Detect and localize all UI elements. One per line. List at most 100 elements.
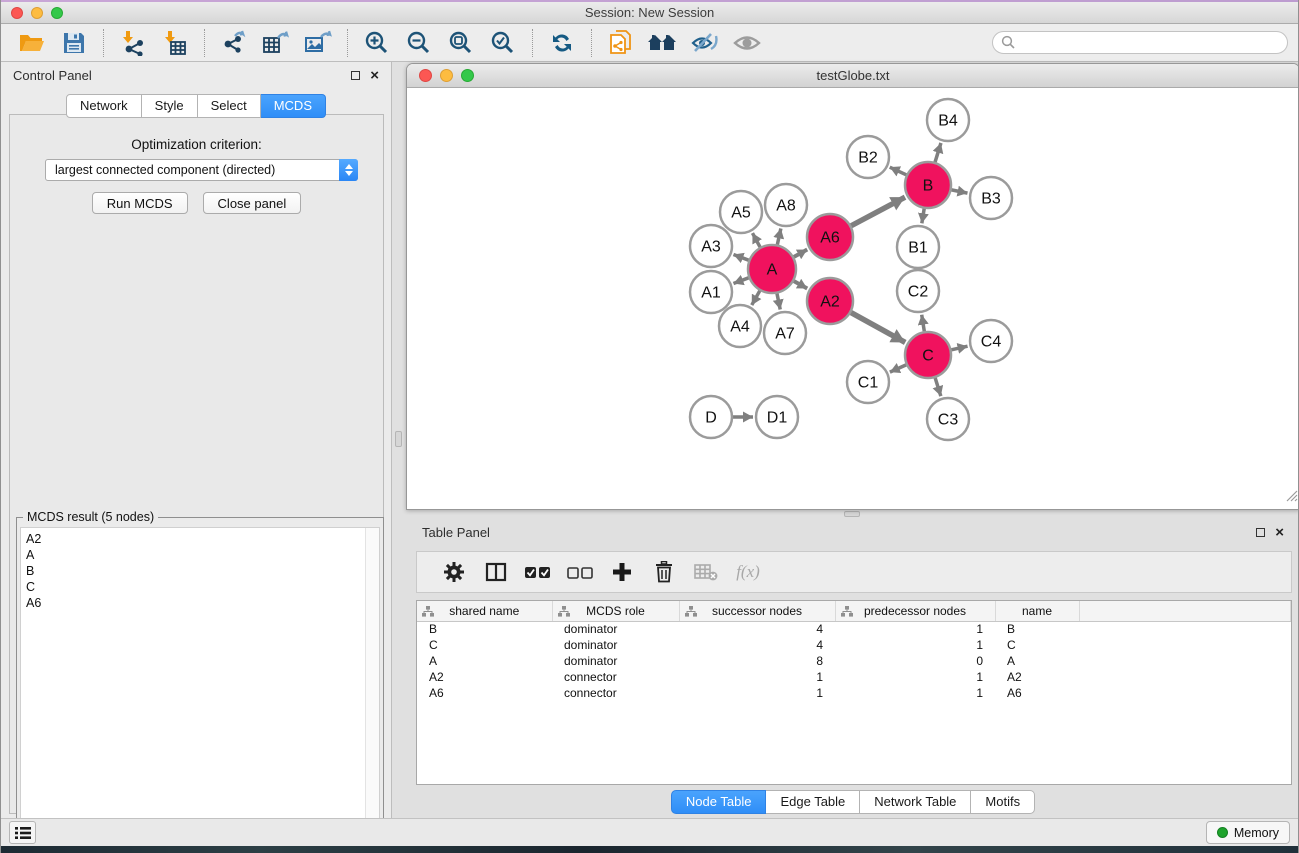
import-table-icon[interactable] xyxy=(158,28,192,58)
function-builder-icon[interactable]: f(x) xyxy=(727,562,769,582)
memory-button[interactable]: Memory xyxy=(1206,821,1290,844)
save-session-icon[interactable] xyxy=(57,28,91,58)
result-item[interactable]: A6 xyxy=(21,595,379,611)
table-cell[interactable]: A xyxy=(995,653,1079,669)
delete-icon[interactable] xyxy=(643,561,685,583)
network-canvas[interactable]: AA1A2A3A4A5A6A7A8BB1B2B3B4CC1C2C3C4DD1 xyxy=(407,88,1299,508)
table-cell[interactable]: 4 xyxy=(679,621,835,637)
table-row[interactable]: Cdominator41C xyxy=(417,637,1291,653)
table-cell[interactable]: A2 xyxy=(995,669,1079,685)
deselect-all-icon[interactable] xyxy=(559,566,601,579)
close-panel-button[interactable]: Close panel xyxy=(203,192,302,214)
graph-edge[interactable] xyxy=(851,197,905,226)
table-cell[interactable]: 1 xyxy=(835,621,995,637)
graph-edge[interactable] xyxy=(851,313,905,343)
table-cell[interactable]: dominator xyxy=(552,637,679,653)
result-item[interactable]: B xyxy=(21,563,379,579)
graph-edge[interactable] xyxy=(733,254,748,260)
mcds-result-list[interactable]: A2ABCA6 xyxy=(20,527,380,851)
delete-table-icon[interactable] xyxy=(685,563,727,581)
settings-gear-icon[interactable] xyxy=(433,561,475,583)
refresh-icon[interactable] xyxy=(545,28,579,58)
table-cell[interactable]: C xyxy=(417,637,552,653)
column-header-shared-name[interactable]: shared name xyxy=(417,601,552,621)
graph-edge[interactable] xyxy=(922,315,925,332)
table-cell[interactable]: A6 xyxy=(995,685,1079,701)
table-cell[interactable]: 8 xyxy=(679,653,835,669)
graph-edge[interactable] xyxy=(935,143,941,162)
table-cell[interactable]: dominator xyxy=(552,653,679,669)
table-row[interactable]: Bdominator41B xyxy=(417,621,1291,637)
graph-edge[interactable] xyxy=(951,346,967,350)
table-cell[interactable]: 4 xyxy=(679,637,835,653)
open-file-icon[interactable] xyxy=(15,28,49,58)
graph-edge[interactable] xyxy=(890,365,906,372)
table-row[interactable]: A6connector11A6 xyxy=(417,685,1291,701)
panel-divider-grip[interactable] xyxy=(844,511,860,517)
table-cell[interactable]: 1 xyxy=(835,669,995,685)
add-column-icon[interactable] xyxy=(601,562,643,582)
table-cell[interactable]: A6 xyxy=(417,685,552,701)
column-header-successor-nodes[interactable]: successor nodes xyxy=(679,601,835,621)
result-item[interactable]: C xyxy=(21,579,379,595)
table-cell[interactable]: connector xyxy=(552,685,679,701)
table-cell[interactable]: dominator xyxy=(552,621,679,637)
close-panel-icon[interactable]: × xyxy=(370,71,379,80)
float-table-panel-icon[interactable] xyxy=(1256,528,1265,537)
graph-edge[interactable] xyxy=(777,293,780,309)
column-header-MCDS-role[interactable]: MCDS role xyxy=(552,601,679,621)
zoom-in-icon[interactable] xyxy=(360,28,394,58)
tab-style[interactable]: Style xyxy=(142,94,198,118)
table-cell[interactable]: A2 xyxy=(417,669,552,685)
import-network-icon[interactable] xyxy=(116,28,150,58)
export-network-icon[interactable] xyxy=(217,28,251,58)
task-history-button[interactable] xyxy=(9,821,36,844)
table-cell[interactable]: 1 xyxy=(835,685,995,701)
graph-edge[interactable] xyxy=(794,250,807,257)
clone-network-icon[interactable] xyxy=(604,28,638,58)
node-table[interactable]: shared nameMCDS rolesuccessor nodesprede… xyxy=(416,600,1292,785)
table-cell[interactable]: B xyxy=(417,621,552,637)
tab-network-table[interactable]: Network Table xyxy=(860,790,971,814)
graph-edge[interactable] xyxy=(733,278,748,284)
table-cell[interactable]: A xyxy=(417,653,552,669)
tab-edge-table[interactable]: Edge Table xyxy=(766,790,860,814)
table-cell[interactable]: 1 xyxy=(679,685,835,701)
graph-edge[interactable] xyxy=(922,209,924,224)
zoom-fit-icon[interactable] xyxy=(444,28,478,58)
tab-select[interactable]: Select xyxy=(198,94,261,118)
select-all-icon[interactable] xyxy=(517,566,559,579)
table-cell[interactable]: 1 xyxy=(679,669,835,685)
panel-divider-grip[interactable] xyxy=(395,431,402,447)
tab-network[interactable]: Network xyxy=(66,94,142,118)
graph-edge[interactable] xyxy=(952,190,968,193)
table-cell[interactable]: connector xyxy=(552,669,679,685)
network-graph[interactable]: AA1A2A3A4A5A6A7A8BB1B2B3B4CC1C2C3C4DD1 xyxy=(407,88,1299,508)
column-view-icon[interactable] xyxy=(475,562,517,582)
table-cell[interactable]: 0 xyxy=(835,653,995,669)
table-cell[interactable]: 1 xyxy=(835,637,995,653)
table-cell[interactable]: C xyxy=(995,637,1079,653)
graph-edge[interactable] xyxy=(935,378,941,396)
float-panel-icon[interactable] xyxy=(351,71,360,80)
home-icon[interactable] xyxy=(646,28,680,58)
graph-edge[interactable] xyxy=(752,291,760,305)
zoom-selected-icon[interactable] xyxy=(486,28,520,58)
optimization-criterion-dropdown[interactable]: largest connected component (directed) xyxy=(45,159,358,181)
column-header-name[interactable]: name xyxy=(995,601,1079,621)
result-list-scrollbar[interactable] xyxy=(365,528,379,850)
close-table-panel-icon[interactable]: × xyxy=(1275,528,1284,537)
graph-edge[interactable] xyxy=(794,281,807,288)
search-input[interactable] xyxy=(992,31,1288,54)
hide-selected-icon[interactable] xyxy=(688,28,722,58)
result-item[interactable]: A xyxy=(21,547,379,563)
table-row[interactable]: Adominator80A xyxy=(417,653,1291,669)
export-image-icon[interactable] xyxy=(301,28,335,58)
column-header-predecessor-nodes[interactable]: predecessor nodes xyxy=(835,601,995,621)
export-table-icon[interactable] xyxy=(259,28,293,58)
tab-node-table[interactable]: Node Table xyxy=(671,790,767,814)
table-row[interactable]: A2connector11A2 xyxy=(417,669,1291,685)
graph-edge[interactable] xyxy=(777,228,781,244)
tab-motifs[interactable]: Motifs xyxy=(971,790,1035,814)
table-cell[interactable]: B xyxy=(995,621,1079,637)
